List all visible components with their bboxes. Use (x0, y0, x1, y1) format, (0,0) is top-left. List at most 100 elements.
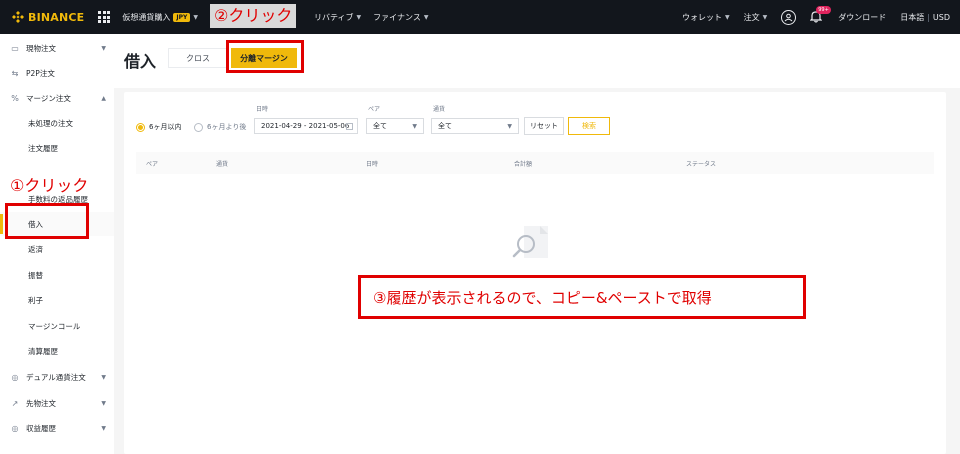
jpy-badge: JPY (173, 12, 191, 22)
borrow-history-card: 6ヶ月以内 6ヶ月より後 日時 2021-04-29 - 2021-05-06 … (124, 92, 946, 454)
sidebar-item-order-history[interactable]: 注文履歴 (0, 136, 114, 160)
language-label: 日本語 (900, 12, 925, 22)
chevron-down-icon: ▼ (762, 13, 768, 21)
nav-download-label: ダウンロード (838, 12, 887, 22)
binance-logo[interactable]: BINANCE (12, 11, 84, 24)
filter-bar: 6ヶ月以内 6ヶ月より後 日時 2021-04-29 - 2021-05-06 … (124, 92, 946, 152)
annotation-box-borrow (5, 203, 89, 239)
nav-orders[interactable]: 注文 ▼ (744, 12, 768, 23)
binance-logo-icon (12, 11, 24, 23)
chevron-down-icon: ▼ (507, 122, 512, 130)
chevron-down-icon: ▼ (101, 424, 106, 432)
sidebar-item-margin-call[interactable]: マージンコール (0, 314, 114, 338)
search-button[interactable]: 検索 (568, 117, 610, 135)
chevron-down-icon: ▼ (193, 13, 198, 21)
radio-after-6-months[interactable]: 6ヶ月より後 (194, 122, 246, 132)
sidebar-item-label: 現物注文 (26, 43, 56, 53)
currency-label: USD (932, 12, 950, 22)
nav-wallet-label: ウォレット (681, 12, 722, 22)
col-coin: 通貨 (216, 161, 229, 168)
no-records-search-icon (512, 226, 548, 258)
sidebar: ▭ 現物注文 ▼ ⇆ P2P注文 % マージン注文 ▲ 未処理の注文 注文履歴 … (0, 34, 114, 454)
annotation-box-isolated-margin (226, 40, 304, 73)
notification-count-badge: 99+ (816, 6, 831, 14)
radio-label: 6ヶ月より後 (207, 123, 247, 131)
sidebar-item-spot-orders[interactable]: ▭ 現物注文 ▼ (0, 36, 114, 60)
sidebar-item-dual-currency-orders[interactable]: ◎ デュアル通貨注文 ▼ (0, 365, 114, 389)
col-date: 日時 (366, 161, 379, 168)
nav-wallet[interactable]: ウォレット ▼ (682, 12, 730, 23)
pair-select[interactable]: 全て ▼ (366, 118, 424, 134)
radio-dot (194, 122, 203, 132)
annotation-step3: ③履歴が表示されるので、コピー&ペーストで取得 (358, 275, 806, 319)
notifications-button[interactable]: 99+ (809, 6, 831, 24)
chevron-down-icon: ▼ (724, 13, 730, 21)
radio-dot (136, 122, 145, 132)
nav-download[interactable]: ダウンロード (838, 12, 886, 23)
sidebar-item-label: 未処理の注文 (28, 118, 73, 128)
apps-grid-icon[interactable] (98, 11, 111, 23)
annotation-step2: ②クリック (210, 4, 297, 28)
col-amount: 合計額 (514, 161, 533, 168)
coin-select-value: 全て (438, 122, 452, 130)
pair-label: ペア (368, 106, 381, 113)
top-nav: BINANCE 仮想通貨購入 JPY ▼ マ リバティブ ▼ ファイナンス ▼ … (0, 0, 960, 34)
nav-derivatives[interactable]: リバティブ ▼ (314, 12, 361, 23)
chevron-down-icon: ▼ (423, 13, 429, 21)
divider: | (927, 12, 930, 22)
sidebar-item-label: P2P注文 (26, 68, 55, 78)
reset-button[interactable]: リセット (524, 117, 564, 135)
nav-finance[interactable]: ファイナンス ▼ (373, 12, 428, 23)
sidebar-item-repay[interactable]: 返済 (0, 237, 114, 261)
pair-select-value: 全て (373, 122, 387, 130)
nav-derivatives-label: リバティブ (314, 12, 354, 22)
sidebar-item-label: マージン注文 (26, 93, 71, 103)
annotation-step1: ①クリック (10, 176, 89, 195)
sidebar-item-label: 返済 (28, 244, 43, 254)
sidebar-item-label: 利子 (28, 295, 43, 305)
tab-cross[interactable]: クロス (168, 48, 228, 68)
date-label: 日時 (256, 106, 269, 113)
bell-icon: 99+ (809, 6, 831, 24)
earnings-icon: ◎ (11, 423, 19, 433)
date-range-value: 2021-04-29 - 2021-05-06 (261, 122, 350, 130)
nav-buy-crypto[interactable]: 仮想通貨購入 JPY ▼ (122, 12, 198, 23)
document-icon: ▭ (11, 43, 19, 53)
radio-within-6-months[interactable]: 6ヶ月以内 (136, 122, 181, 132)
sidebar-item-earnings-history[interactable]: ◎ 収益履歴 ▼ (0, 416, 114, 440)
col-status: ステータス (686, 161, 717, 168)
coin-label: 通貨 (433, 106, 446, 113)
coin-select[interactable]: 全て ▼ (431, 118, 519, 134)
sidebar-item-margin-orders[interactable]: % マージン注文 ▲ (0, 86, 114, 110)
calendar-icon (346, 122, 353, 130)
sidebar-item-liquidation-history[interactable]: 清算履歴 (0, 339, 114, 363)
chevron-down-icon: ▼ (101, 44, 106, 52)
sidebar-item-interest[interactable]: 利子 (0, 288, 114, 312)
nav-buy-crypto-label: 仮想通貨購入 (122, 12, 171, 22)
chevron-down-icon: ▼ (101, 399, 106, 407)
sidebar-item-open-orders[interactable]: 未処理の注文 (0, 111, 114, 135)
date-range-input[interactable]: 2021-04-29 - 2021-05-06 (254, 118, 358, 134)
radio-label: 6ヶ月以内 (149, 123, 182, 131)
sidebar-item-futures-orders[interactable]: ↗ 先物注文 ▼ (0, 391, 114, 415)
logo-text: BINANCE (28, 10, 85, 24)
sidebar-item-label: マージンコール (28, 321, 81, 331)
account-button[interactable] (781, 9, 797, 25)
sidebar-item-label: 先物注文 (26, 398, 56, 408)
nav-finance-label: ファイナンス (373, 12, 421, 22)
sidebar-item-p2p-orders[interactable]: ⇆ P2P注文 (0, 61, 114, 85)
language-currency-selector[interactable]: 日本語 | USD (900, 12, 950, 23)
p2p-icon: ⇆ (11, 68, 19, 78)
table-header: ペア 通貨 日時 合計額 ステータス (136, 152, 934, 174)
chevron-down-icon: ▼ (101, 373, 106, 381)
dual-currency-icon: ◎ (11, 372, 19, 382)
sidebar-item-label: 収益履歴 (26, 423, 56, 433)
page-title: 借入 (124, 52, 157, 71)
chevron-down-icon: ▼ (356, 13, 362, 21)
sidebar-item-transfer[interactable]: 振替 (0, 263, 114, 287)
futures-icon: ↗ (11, 398, 19, 408)
col-pair: ペア (146, 161, 159, 168)
user-icon (781, 9, 797, 25)
chevron-down-icon: ▼ (412, 122, 417, 130)
sidebar-item-label: 注文履歴 (28, 143, 58, 153)
